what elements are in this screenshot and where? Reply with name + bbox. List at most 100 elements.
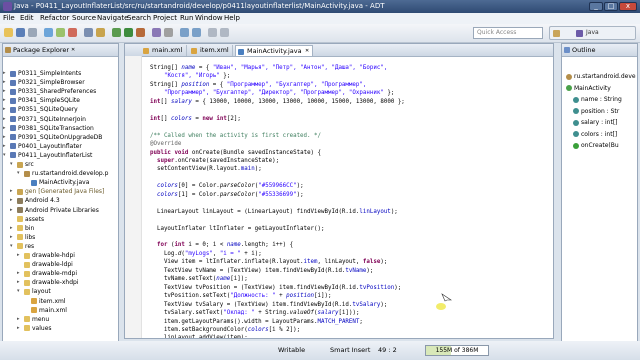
menu-help[interactable]: Help [224, 13, 240, 24]
tree-item[interactable]: ▾ layout [3, 287, 118, 296]
save-icon[interactable] [16, 28, 25, 37]
back-icon[interactable] [208, 28, 217, 37]
menu-navigate[interactable]: Navigate [97, 13, 128, 24]
quick-access-input[interactable]: Quick Access [473, 27, 543, 39]
menu-source[interactable]: Source [72, 13, 96, 24]
tab-item-xml[interactable]: item.xml [189, 45, 233, 56]
outline-item[interactable]: MainActivity [562, 84, 637, 93]
expand-arrow-icon[interactable]: ▸ [3, 87, 6, 96]
expand-arrow-icon[interactable]: ▸ [10, 187, 13, 196]
expand-arrow-icon[interactable]: ▸ [10, 206, 13, 215]
tree-item[interactable]: ▸ libs [3, 233, 118, 242]
collapse-arrow-icon[interactable]: ▾ [10, 242, 13, 251]
outline-item[interactable]: salary : int[] [562, 118, 637, 127]
expand-arrow-icon[interactable]: ▸ [17, 269, 20, 278]
prev-annotation-icon[interactable] [180, 28, 189, 37]
expand-arrow-icon[interactable]: ▸ [17, 278, 20, 287]
new-icon[interactable] [4, 28, 13, 37]
new-project-icon[interactable] [84, 28, 93, 37]
tree-item[interactable]: ▸ values [3, 324, 118, 333]
collapse-arrow-icon[interactable]: ▾ [17, 169, 20, 178]
expand-arrow-icon[interactable]: ▸ [17, 324, 20, 333]
tree-item[interactable]: ▸ drawable-hdpi [3, 251, 118, 260]
tree-item[interactable]: ▸ P0331_SharedPreferences [3, 87, 118, 96]
tree-item[interactable]: ▸ menu [3, 315, 118, 324]
collapse-arrow-icon[interactable]: ▾ [17, 287, 20, 296]
expand-arrow-icon[interactable]: ▸ [10, 224, 13, 233]
expand-arrow-icon[interactable]: ▸ [3, 124, 6, 133]
tab-main-xml[interactable]: main.xml [141, 45, 187, 56]
avd-manager-icon[interactable] [56, 28, 65, 37]
tree-item[interactable]: ▸ drawable-xhdpi [3, 278, 118, 287]
forward-icon[interactable] [220, 28, 229, 37]
tree-item[interactable]: ▸ gen [Generated Java Files] [3, 187, 118, 196]
maximize-button[interactable]: □ [604, 2, 618, 11]
open-perspective-icon[interactable] [553, 30, 560, 37]
expand-arrow-icon[interactable]: ▸ [17, 315, 20, 324]
tree-item[interactable]: ▾ P0411_LayoutInflaterList [3, 151, 118, 160]
run-icon[interactable] [124, 28, 133, 37]
tree-item[interactable]: drawable-ldpi [3, 260, 118, 269]
close-tab-icon[interactable]: ✕ [305, 46, 309, 57]
expand-arrow-icon[interactable]: ▸ [3, 96, 6, 105]
tree-item[interactable]: ▸ P0401_LayoutInflater [3, 142, 118, 151]
tab-mainactivity-java[interactable]: MainActivity.java ✕ [235, 45, 313, 56]
tree-item[interactable]: ▸ P0391_SQLiteOnUpgradeDB [3, 133, 118, 142]
next-annotation-icon[interactable] [192, 28, 201, 37]
outline-item[interactable]: colors : int[] [562, 130, 637, 139]
tree-item[interactable]: ▸ P0351_SQLiteQuery [3, 105, 118, 114]
external-tools-icon[interactable] [136, 28, 145, 37]
code-area[interactable]: String[] name = { "Иван", "Марья", "Петр… [143, 57, 553, 338]
tree-item[interactable]: ▸ Android 4.3 [3, 196, 118, 205]
outline-item[interactable]: onCreate(Bu [562, 141, 637, 150]
expand-arrow-icon[interactable]: ▸ [17, 251, 20, 260]
tree-item[interactable]: ▸ bin [3, 224, 118, 233]
menu-file[interactable]: File [3, 13, 15, 24]
close-button[interactable]: x [619, 2, 637, 11]
tree-item[interactable]: ▾ res [3, 242, 118, 251]
menu-window[interactable]: Window [195, 13, 223, 24]
search-icon[interactable] [164, 28, 173, 37]
outline-item[interactable]: name : String [562, 95, 637, 104]
new-class-icon[interactable] [152, 28, 161, 37]
tree-item[interactable]: ▸ Android Private Libraries [3, 206, 118, 215]
menu-refactor[interactable]: Refactor [40, 13, 69, 24]
collapse-arrow-icon[interactable]: ▾ [10, 160, 13, 169]
menu-search[interactable]: Search [127, 13, 151, 24]
tree-item[interactable]: ▸ P0371_SQLiteInnerJoin [3, 115, 118, 124]
expand-arrow-icon[interactable]: ▸ [10, 233, 13, 242]
debug-icon[interactable] [112, 28, 121, 37]
lint-icon[interactable] [68, 28, 77, 37]
package-explorer-tab[interactable]: Package Explorer ✕ [3, 44, 118, 57]
expand-arrow-icon[interactable]: ▸ [10, 196, 13, 205]
android-sdk-icon[interactable] [44, 28, 53, 37]
tree-item[interactable]: ▸ drawable-mdpi [3, 269, 118, 278]
expand-arrow-icon[interactable]: ▸ [3, 69, 6, 78]
tree-item[interactable]: assets [3, 215, 118, 224]
expand-arrow-icon[interactable]: ▸ [3, 115, 6, 124]
tree-item[interactable]: ▾ ru.startandroid.develop.p [3, 169, 118, 178]
open-type-icon[interactable] [96, 28, 105, 37]
expand-arrow-icon[interactable]: ▸ [3, 142, 6, 151]
perspective-switcher[interactable]: Java [549, 26, 636, 40]
minimize-button[interactable]: _ [589, 2, 603, 11]
expand-arrow-icon[interactable]: ▸ [3, 133, 6, 142]
menu-run[interactable]: Run [180, 13, 193, 24]
expand-arrow-icon[interactable]: ▸ [3, 105, 6, 114]
outline-item[interactable]: ru.startandroid.deve [562, 72, 637, 81]
close-view-icon[interactable]: ✕ [71, 44, 75, 56]
print-icon[interactable] [28, 28, 37, 37]
outline-tab[interactable]: Outline [562, 44, 637, 57]
heap-status[interactable]: 155M of 386M [425, 345, 489, 356]
menu-edit[interactable]: Edit [20, 13, 34, 24]
tree-item[interactable]: ▸ P0311_SimpleIntents [3, 69, 118, 78]
outline-item[interactable]: position : Str [562, 107, 637, 116]
expand-arrow-icon[interactable]: ▸ [3, 78, 6, 87]
tree-item[interactable]: main.xml [3, 306, 118, 315]
tree-item[interactable]: ▸ P0341_SimpleSQLite [3, 96, 118, 105]
collapse-arrow-icon[interactable]: ▾ [3, 151, 6, 160]
tree-item[interactable]: ▾ src [3, 160, 118, 169]
menu-project[interactable]: Project [153, 13, 177, 24]
tree-item[interactable]: ▸ P0321_SimpleBrowser [3, 78, 118, 87]
tree-item[interactable]: item.xml [3, 297, 118, 306]
